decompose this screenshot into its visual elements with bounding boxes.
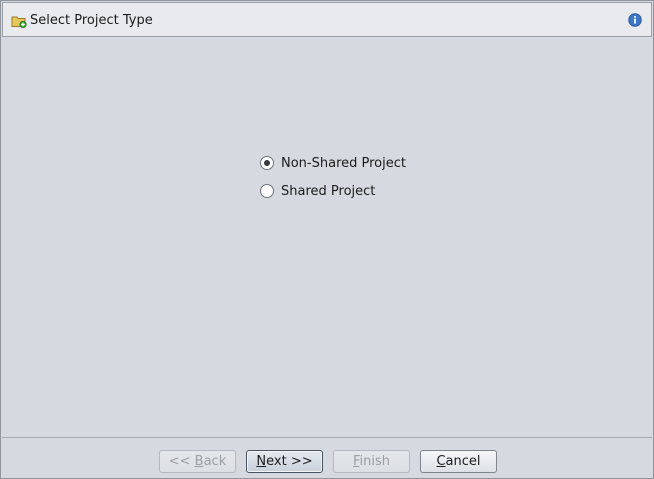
wizard-content: Non-Shared Project Shared Project <box>2 38 652 438</box>
back-button-rest: ack <box>203 454 227 469</box>
radio-label-shared[interactable]: Shared Project <box>281 184 375 199</box>
new-project-folder-icon <box>11 14 27 29</box>
info-icon[interactable] <box>628 13 642 27</box>
back-button-mnemonic: B <box>194 454 204 469</box>
wizard-window: Select Project Type Non-Shared Project S… <box>0 0 654 479</box>
cancel-button-mnemonic: C <box>436 454 446 469</box>
back-button-prefix: << <box>168 454 195 469</box>
radio-label-non-shared[interactable]: Non-Shared Project <box>281 156 406 171</box>
finish-button-rest: inish <box>359 454 391 469</box>
next-button-rest: ext >> <box>266 454 313 469</box>
project-type-radio-group: Non-Shared Project Shared Project <box>260 149 406 205</box>
back-button[interactable]: << Back <box>159 450 236 473</box>
radio-option-shared-project[interactable]: Shared Project <box>260 177 406 205</box>
radio-button-non-shared[interactable] <box>260 156 274 170</box>
radio-option-non-shared-project[interactable]: Non-Shared Project <box>260 149 406 177</box>
wizard-button-bar: << Back Next >> Finish Cancel <box>2 439 652 478</box>
next-button-mnemonic: N <box>256 454 267 469</box>
cancel-button-rest: ancel <box>445 454 481 469</box>
wizard-header: Select Project Type <box>2 2 652 37</box>
finish-button[interactable]: Finish <box>333 450 410 473</box>
cancel-button[interactable]: Cancel <box>420 450 497 473</box>
next-button[interactable]: Next >> <box>246 450 323 473</box>
radio-button-shared[interactable] <box>260 184 274 198</box>
page-title: Select Project Type <box>30 13 153 28</box>
